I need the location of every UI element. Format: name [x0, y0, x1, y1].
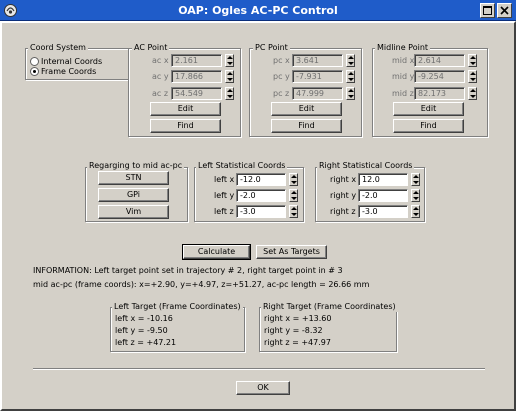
left-z-input[interactable]: -3.0 — [236, 205, 286, 218]
mid-z-label: mid z — [392, 89, 414, 98]
mid-y-spinner[interactable] — [468, 70, 477, 83]
ac-x-label: ac x — [152, 56, 169, 65]
info-line-2: mid ac-pc (frame coords): x=+2.90, y=+4.… — [33, 280, 370, 289]
title-bar[interactable]: OAP: Ogles AC-PC Control — [0, 0, 516, 21]
left-y-input[interactable]: -2.0 — [236, 189, 286, 202]
right-stat-label: Right Statistical Coords — [317, 161, 415, 171]
set-as-targets-button[interactable]: Set As Targets — [256, 245, 327, 259]
left-target-z: left z = +47.21 — [115, 338, 177, 347]
mid-z-field[interactable]: 82.173 — [414, 87, 465, 100]
right-z-spinner[interactable] — [411, 205, 420, 218]
mid-y-field[interactable]: -9.254 — [414, 70, 465, 83]
ac-z-label: ac z — [152, 89, 169, 98]
ac-y-field[interactable]: 17.866 — [171, 70, 222, 83]
regarding-label: Regarging to mid ac-pc — [87, 161, 185, 171]
right-x-input[interactable]: 12.0 — [358, 173, 408, 186]
mid-find-button[interactable]: Find — [393, 119, 464, 133]
left-z-spinner[interactable] — [289, 205, 298, 218]
mid-z-spinner[interactable] — [468, 87, 477, 100]
left-y-spinner[interactable] — [289, 189, 298, 202]
ac-x-spinner[interactable] — [225, 54, 234, 67]
radio-internal-coords[interactable] — [30, 57, 39, 66]
pc-find-button[interactable]: Find — [271, 119, 342, 133]
vim-button[interactable]: Vim — [98, 205, 169, 219]
calculate-button[interactable]: Calculate — [182, 244, 251, 260]
left-stat-label: Left Statistical Coords — [196, 161, 288, 171]
right-y-spinner[interactable] — [411, 189, 420, 202]
maximize-icon — [483, 6, 492, 15]
coord-system-label: Coord System — [28, 43, 88, 53]
midline-point-label: Midline Point — [375, 43, 431, 53]
bottom-separator — [33, 368, 485, 370]
pc-z-label: pc z — [273, 89, 290, 98]
ac-point-label: AC Point — [132, 43, 170, 53]
gpi-button[interactable]: GPi — [98, 188, 169, 202]
close-icon — [500, 6, 509, 15]
pc-x-field[interactable]: 3.641 — [292, 54, 343, 67]
info-line-1: INFORMATION: Left target point set in tr… — [33, 266, 343, 275]
ok-button[interactable]: OK — [236, 381, 290, 395]
pc-y-field[interactable]: -7.931 — [292, 70, 343, 83]
right-x-label: right x — [330, 175, 357, 184]
left-x-spinner[interactable] — [289, 173, 298, 186]
stn-button[interactable]: STN — [98, 171, 169, 185]
ac-y-spinner[interactable] — [225, 70, 234, 83]
left-x-input[interactable]: -12.0 — [236, 173, 286, 186]
radio-selected-dot — [33, 70, 36, 73]
left-z-label: left z — [214, 207, 234, 216]
radio-frame-coords[interactable] — [30, 67, 39, 76]
pc-z-spinner[interactable] — [346, 87, 355, 100]
ac-z-spinner[interactable] — [225, 87, 234, 100]
pc-point-label: PC Point — [253, 43, 290, 53]
pc-y-label: pc y — [273, 72, 290, 81]
mid-x-spinner[interactable] — [468, 54, 477, 67]
ac-find-button[interactable]: Find — [150, 119, 221, 133]
pc-y-spinner[interactable] — [346, 70, 355, 83]
ac-z-field[interactable]: 54.549 — [171, 87, 222, 100]
pc-x-label: pc x — [273, 56, 290, 65]
right-target-z: right z = +47.97 — [264, 338, 331, 347]
window-title: OAP: Ogles AC-PC Control — [178, 4, 338, 17]
right-z-input[interactable]: -3.0 — [358, 205, 408, 218]
close-button[interactable] — [497, 3, 512, 18]
ac-x-field[interactable]: 2.161 — [171, 54, 222, 67]
maximize-button[interactable] — [480, 3, 495, 18]
ac-edit-button[interactable]: Edit — [150, 102, 221, 116]
pc-edit-button[interactable]: Edit — [271, 102, 342, 116]
pc-x-spinner[interactable] — [346, 54, 355, 67]
right-y-input[interactable]: -2.0 — [358, 189, 408, 202]
right-z-label: right z — [330, 207, 356, 216]
mid-edit-button[interactable]: Edit — [393, 102, 464, 116]
mid-y-label: mid y — [392, 72, 415, 81]
left-y-label: left y — [214, 191, 235, 200]
mid-x-field[interactable]: 2.614 — [414, 54, 465, 67]
left-x-label: left x — [214, 175, 235, 184]
mid-x-label: mid x — [392, 56, 415, 65]
ac-y-label: ac y — [152, 72, 169, 81]
right-y-label: right y — [330, 191, 357, 200]
right-x-spinner[interactable] — [411, 173, 420, 186]
left-target-label: Left Target (Frame Coordinates) — [112, 302, 243, 312]
right-target-label: Right Target (Frame Coordinates) — [261, 302, 398, 312]
pc-z-field[interactable]: 47.999 — [292, 87, 343, 100]
radio-frame-coords-label[interactable]: Frame Coords — [41, 65, 96, 78]
